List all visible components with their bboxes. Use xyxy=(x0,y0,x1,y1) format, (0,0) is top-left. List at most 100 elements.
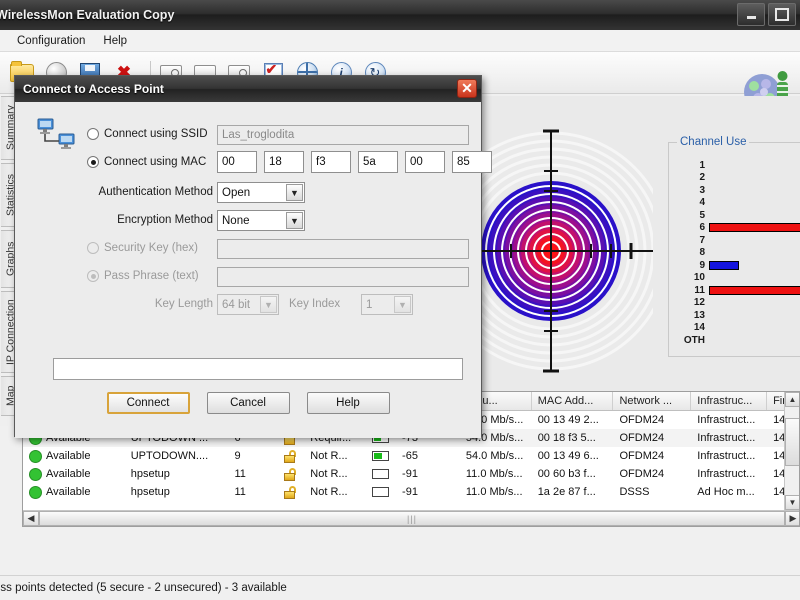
channel-label: 14 xyxy=(669,322,709,333)
connect-using-mac-radio[interactable] xyxy=(87,156,99,168)
cell-infrastructure: Infrastruct... xyxy=(691,414,767,426)
channel-row: 9 xyxy=(669,259,800,272)
authentication-method-label: Authentication Method xyxy=(79,186,213,198)
dialog-status-input[interactable] xyxy=(53,358,463,380)
cell-network-type: OFDM24 xyxy=(613,450,691,462)
key-length-value: 64 bit xyxy=(222,299,250,311)
connect-using-ssid-radio[interactable] xyxy=(87,128,99,140)
key-index-select: 1 ▼ xyxy=(361,294,413,315)
maximize-icon xyxy=(775,8,789,21)
cell-ssid: UPTODOWN.... xyxy=(125,450,229,462)
channel-row: OTH xyxy=(669,334,800,347)
cell-channel: 11 xyxy=(228,486,276,498)
cancel-button[interactable]: Cancel xyxy=(207,392,290,414)
chevron-down-icon: ▼ xyxy=(394,296,411,313)
cell-status: Available xyxy=(23,450,125,463)
mac-octet-value: 85 xyxy=(457,156,470,168)
scroll-down-button[interactable]: ▼ xyxy=(785,495,800,510)
ssid-input[interactable]: Las_troglodita xyxy=(217,125,469,145)
chevron-down-icon[interactable]: ▼ xyxy=(286,184,303,201)
table-column-header[interactable]: Infrastruc... xyxy=(691,392,767,410)
scroll-right-button[interactable]: ▶ xyxy=(785,511,800,526)
mac-octet-1[interactable]: 00 xyxy=(217,151,257,173)
encryption-method-label: Encryption Method xyxy=(79,214,213,226)
mac-octet-5[interactable]: 00 xyxy=(405,151,445,173)
status-led-icon xyxy=(29,468,42,481)
help-button[interactable]: Help xyxy=(307,392,390,414)
ssid-radio-row[interactable]: Connect using SSID xyxy=(87,128,217,140)
table-row[interactable]: AvailableUPTODOWN....9Not R...-6554.0 Mb… xyxy=(23,447,799,465)
cell-ssid: hpsetup xyxy=(125,486,229,498)
mac-octet-4[interactable]: 5a xyxy=(358,151,398,173)
network-computers-icon xyxy=(37,118,77,150)
cell-mac-address: 1a 2e 87 f... xyxy=(532,486,614,498)
menu-help[interactable]: Help xyxy=(94,32,136,50)
scroll-left-button[interactable]: ◀ xyxy=(23,511,39,526)
mac-octet-6[interactable]: 85 xyxy=(452,151,492,173)
mac-octet-2[interactable]: 18 xyxy=(264,151,304,173)
wirelessmon-app: WirelessMon Evaluation Copy Configuratio… xyxy=(0,0,800,600)
encryption-method-select[interactable]: None ▼ xyxy=(217,210,305,231)
mac-octet-value: 00 xyxy=(222,156,235,168)
cell-ssid: hpsetup xyxy=(125,468,229,480)
maximize-button[interactable] xyxy=(768,3,796,26)
minimize-icon xyxy=(747,16,756,19)
cell-status-text: Available xyxy=(46,468,90,480)
table-row[interactable]: Availablehpsetup11Not R...-9111.0 Mb/s..… xyxy=(23,465,799,483)
channel-row: 12 xyxy=(669,297,800,310)
menubar: Configuration Help xyxy=(0,30,800,52)
pass-phrase-label: Pass Phrase (text) xyxy=(104,270,199,282)
scroll-up-button[interactable]: ▲ xyxy=(785,392,800,407)
signal-strength-indicator xyxy=(372,469,389,479)
channel-row: 4 xyxy=(669,197,800,210)
pass-phrase-radio-row: Pass Phrase (text) xyxy=(87,270,199,282)
cell-channel: 9 xyxy=(228,450,276,462)
hscroll-track[interactable]: ||| xyxy=(39,511,785,526)
channel-row: 3 xyxy=(669,184,800,197)
table-column-header[interactable]: MAC Add... xyxy=(532,392,614,410)
cell-infrastructure: Ad Hoc m... xyxy=(691,486,767,498)
cell-security-lock xyxy=(276,450,304,463)
encryption-method-value: None xyxy=(222,215,250,227)
dialog-body: Connect using SSID Las_troglodita Connec… xyxy=(15,102,481,438)
table-column-header[interactable]: Network ... xyxy=(613,392,691,410)
connect-button[interactable]: Connect xyxy=(107,392,190,414)
cell-infrastructure: Infrastruct... xyxy=(691,468,767,480)
mac-radio-row[interactable]: Connect using MAC xyxy=(87,156,217,168)
channel-row: 14 xyxy=(669,322,800,335)
table-row[interactable]: Availablehpsetup11Not R...-9111.0 Mb/s..… xyxy=(23,483,799,501)
security-key-radio xyxy=(87,242,99,254)
cell-status: Available xyxy=(23,486,125,499)
channel-row: 11 xyxy=(669,284,800,297)
cell-security-text: Not R... xyxy=(304,468,366,480)
key-length-select: 64 bit ▼ xyxy=(217,294,279,315)
vscroll-thumb[interactable] xyxy=(785,418,800,466)
cell-mac-address: 00 18 f3 5... xyxy=(532,432,614,444)
security-key-input xyxy=(217,239,469,259)
menu-configuration[interactable]: Configuration xyxy=(8,32,94,50)
cell-status-text: Available xyxy=(46,450,90,462)
cell-supported-rate: 11.0 Mb/s... xyxy=(460,486,532,498)
channel-label: 11 xyxy=(669,285,709,296)
cell-supported-rate: 54.0 Mb/s... xyxy=(460,450,532,462)
minimize-button[interactable] xyxy=(737,3,765,26)
cell-security-text: Not R... xyxy=(304,486,366,498)
mac-octet-3[interactable]: f3 xyxy=(311,151,351,173)
channel-label: OTH xyxy=(669,335,709,346)
close-icon[interactable]: ✕ xyxy=(457,79,477,98)
unlocked-padlock-icon xyxy=(284,450,295,463)
authentication-method-select[interactable]: Open ▼ xyxy=(217,182,305,203)
cell-rssi: -65 xyxy=(396,450,460,462)
cell-infrastructure: Infrastruct... xyxy=(691,432,767,444)
security-key-radio-row: Security Key (hex) xyxy=(87,242,198,254)
dialog-titlebar: Connect to Access Point ✕ xyxy=(15,76,481,102)
channel-label: 9 xyxy=(669,260,709,271)
channel-label: 8 xyxy=(669,247,709,258)
hscroll-thumb[interactable]: ||| xyxy=(39,511,785,526)
chevron-down-icon[interactable]: ▼ xyxy=(286,212,303,229)
table-horizontal-scrollbar[interactable]: ◀ ||| ▶ xyxy=(23,510,800,526)
cell-status-text: Available xyxy=(46,486,90,498)
status-led-icon xyxy=(29,450,42,463)
cell-mac-address: 00 13 49 2... xyxy=(532,414,614,426)
table-vertical-scrollbar[interactable]: ▲ ▼ xyxy=(784,392,799,510)
